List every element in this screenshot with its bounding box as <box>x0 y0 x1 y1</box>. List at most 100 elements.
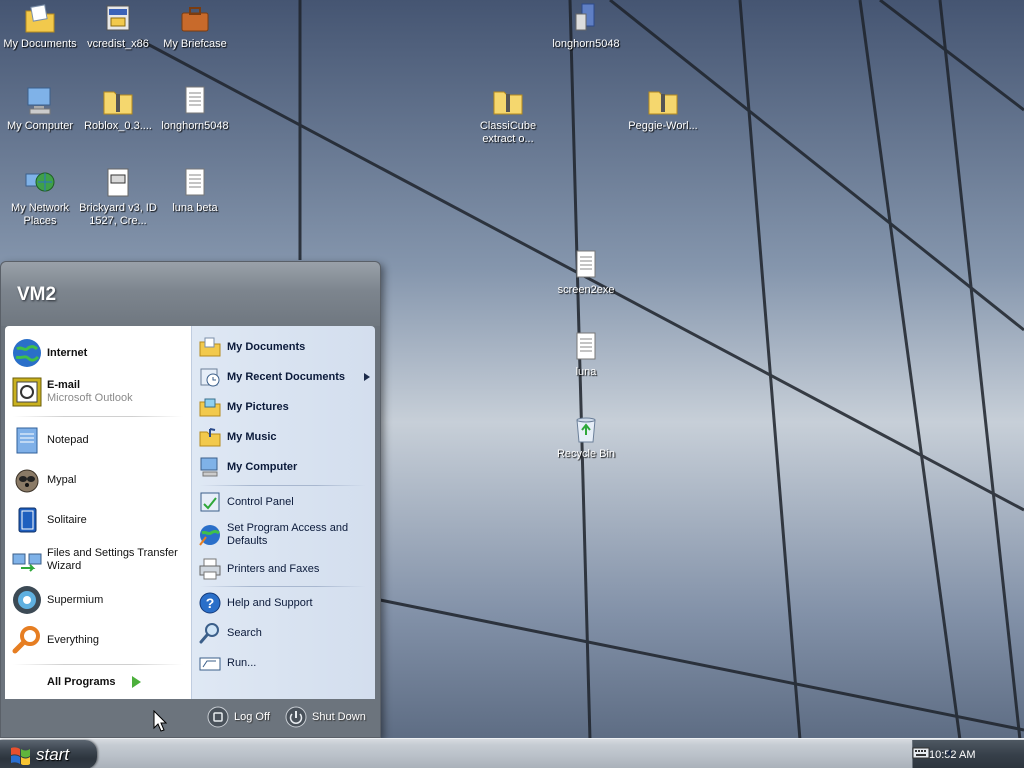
place-my-computer[interactable]: My Computer <box>198 454 297 480</box>
zip-folder-icon <box>648 91 678 115</box>
notepad-icon <box>16 427 38 454</box>
start-menu-programs-pane: Internet E-mail Microsoft Outlook Notepa… <box>5 326 191 699</box>
menu-separator <box>200 485 366 486</box>
desktop-icon-label: My Network Places <box>10 202 70 227</box>
desktop-icon-label: longhorn5048 <box>161 120 229 132</box>
submenu-arrow-icon <box>364 373 370 381</box>
menu-item-label: Solitaire <box>47 513 87 526</box>
setting-label: Set Program Access and Defaults <box>227 522 349 547</box>
all-programs-button[interactable]: All Programs <box>47 672 157 692</box>
place-my-recent-documents[interactable]: My Recent Documents <box>198 364 370 390</box>
desktop-icon-my-briefcase[interactable]: My Briefcase <box>155 2 235 51</box>
clock[interactable]: 10:52 AM <box>929 749 975 761</box>
menu-item-mypal[interactable]: Mypal <box>11 463 187 497</box>
start-menu-places-pane: My Documents My Recent Documents My Pict… <box>191 326 375 699</box>
zip-folder-icon <box>103 91 133 115</box>
computer-icon <box>200 457 218 477</box>
menu-separator <box>13 416 183 417</box>
zip-folder-icon <box>493 91 523 115</box>
desktop-icon-label: Peggie-Worl... <box>628 120 698 132</box>
desktop-icon-luna-beta[interactable]: luna beta <box>155 166 235 215</box>
network-globe-icon <box>25 172 55 192</box>
windows-logo-icon <box>11 746 30 765</box>
menu-item-internet[interactable]: Internet <box>11 336 187 370</box>
chevron-left-icon[interactable] <box>944 748 952 758</box>
log-off-button[interactable]: Log Off <box>207 706 270 728</box>
menu-item-label: Supermium <box>47 593 104 606</box>
desktop-icon-my-computer[interactable]: My Computer <box>0 84 80 133</box>
menu-item-solitaire[interactable]: Solitaire <box>11 503 187 537</box>
search[interactable]: Search <box>198 620 262 646</box>
menu-item-supermium[interactable]: Supermium <box>11 583 187 617</box>
program-access-icon <box>199 525 220 546</box>
help-label: Run... <box>227 656 257 669</box>
desktop-icon-luna[interactable]: luna <box>546 330 626 379</box>
start-label: start <box>36 744 70 764</box>
desktop-icon-label: Brickyard v3, ID 1527, Cre... <box>79 202 157 227</box>
menu-item-email[interactable]: E-mail Microsoft Outlook <box>11 375 187 409</box>
recent-documents-icon <box>200 368 220 387</box>
menu-item-label: Files and Settings Transfer Wizard <box>47 547 178 572</box>
desktop-icon-label: My Computer <box>6 120 74 132</box>
desktop-icon-brickyard[interactable]: Brickyard v3, ID 1527, Cre... <box>78 166 158 228</box>
shut-down-button[interactable]: Shut Down <box>285 706 366 728</box>
text-file-icon <box>185 168 205 196</box>
menu-item-label: Mypal <box>47 473 77 486</box>
menu-item-label: Notepad <box>47 433 89 446</box>
desktop-icon-roblox[interactable]: Roblox_0.3.... <box>78 84 158 133</box>
desktop-icon-label: vcredist_x86 <box>87 38 149 50</box>
keyboard-icon[interactable] <box>912 746 930 760</box>
desktop-icon-screen2exe[interactable]: screen2exe <box>546 248 626 297</box>
magnifier-icon <box>12 626 40 654</box>
place-label: My Music <box>227 430 277 443</box>
all-programs-label: All Programs <box>47 675 116 688</box>
desktop-icon-recycle-bin[interactable]: Recycle Bin <box>546 412 626 461</box>
run[interactable]: Run... <box>198 650 256 676</box>
place-my-music[interactable]: My Music <box>198 424 277 450</box>
menu-item-notepad[interactable]: Notepad <box>11 423 187 457</box>
text-file-icon <box>576 332 596 360</box>
desktop-icon-vcredist[interactable]: vcredist_x86 <box>78 2 158 51</box>
menu-item-everything[interactable]: Everything <box>11 623 187 657</box>
setting-printers-faxes[interactable]: Printers and Faxes <box>198 556 319 582</box>
desktop-icon-longhorn5048-txt[interactable]: longhorn5048 <box>155 84 235 133</box>
desktop-icon-label: screen2exe <box>557 284 615 296</box>
desktop-icon-peggie[interactable]: Peggie-Worl... <box>623 84 703 133</box>
supermium-icon <box>13 586 41 614</box>
run-icon <box>199 657 221 671</box>
menu-item-files-settings-transfer[interactable]: Files and Settings Transfer Wizard <box>11 543 189 577</box>
printer-icon <box>199 558 221 580</box>
desktop-icon-longhorn5048-top[interactable]: longhorn5048 <box>546 2 626 51</box>
desktop-icon-my-network-places[interactable]: My Network Places <box>0 166 80 228</box>
setting-control-panel[interactable]: Control Panel <box>198 489 294 515</box>
help-label: Search <box>227 626 262 639</box>
outlook-icon <box>12 377 42 407</box>
menu-item-label: E-mail <box>47 379 81 391</box>
menu-item-label: Internet <box>47 346 88 359</box>
folder-pictures-icon <box>199 398 221 417</box>
menu-item-sublabel: Microsoft Outlook <box>47 392 133 404</box>
place-my-documents[interactable]: My Documents <box>198 334 305 360</box>
desktop-icon-classicube[interactable]: ClassiCube extract o... <box>468 84 548 146</box>
setup-icon <box>575 3 595 31</box>
setting-label: Printers and Faxes <box>227 562 320 575</box>
menu-separator <box>13 664 183 665</box>
globe-icon <box>13 339 41 367</box>
help-and-support[interactable]: ? Help and Support <box>198 590 313 616</box>
place-my-pictures[interactable]: My Pictures <box>198 394 289 420</box>
help-label: Help and Support <box>227 596 313 609</box>
recycle-bin-icon <box>576 417 596 443</box>
power-icon <box>285 706 307 728</box>
log-off-label: Log Off <box>234 711 270 723</box>
log-off-icon <box>207 706 229 728</box>
green-arrow-icon <box>132 676 142 688</box>
menu-separator <box>200 586 366 587</box>
desktop-icon-label: My Briefcase <box>163 38 227 50</box>
place-label: My Documents <box>227 340 306 353</box>
setting-program-access[interactable]: Set Program Access and Defaults <box>198 518 368 552</box>
desktop-icon-my-documents[interactable]: My Documents <box>0 2 80 51</box>
start-button[interactable]: start <box>0 740 97 768</box>
svg-text:?: ? <box>206 595 215 611</box>
briefcase-icon <box>181 7 209 32</box>
desktop-icon-label: ClassiCube extract o... <box>479 120 537 145</box>
